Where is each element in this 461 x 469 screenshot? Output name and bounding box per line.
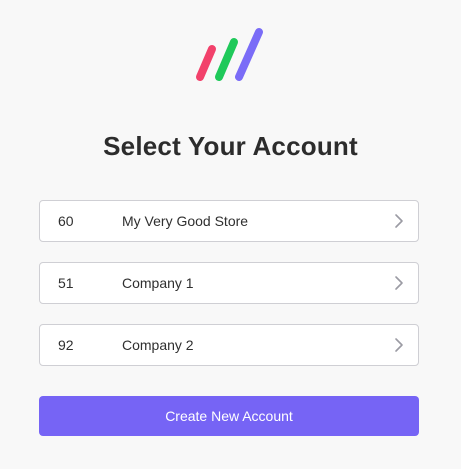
logo-bar-red xyxy=(196,45,216,81)
page-title: Select Your Account xyxy=(103,131,358,161)
account-name: Company 2 xyxy=(122,337,194,353)
account-selection-page: Select Your Account 60 My Very Good Stor… xyxy=(0,0,461,469)
logo-bar-purple xyxy=(235,28,263,81)
account-name: Company 1 xyxy=(122,275,194,291)
logo-bar-green xyxy=(215,38,238,81)
account-item[interactable]: 51 Company 1 xyxy=(39,262,419,304)
chevron-right-icon xyxy=(395,338,403,352)
account-id: 92 xyxy=(58,337,74,353)
brand-logo-icon xyxy=(196,28,263,81)
account-item[interactable]: 60 My Very Good Store xyxy=(39,200,419,242)
account-name: My Very Good Store xyxy=(122,213,249,229)
account-id: 60 xyxy=(58,213,74,229)
account-list: 60 My Very Good Store 51 Company 1 92 Co… xyxy=(39,200,419,386)
chevron-right-icon xyxy=(395,276,403,290)
account-item[interactable]: 92 Company 2 xyxy=(39,324,419,366)
chevron-right-icon xyxy=(395,214,403,228)
create-account-button[interactable]: Create New Account xyxy=(39,396,419,436)
account-id: 51 xyxy=(58,275,74,291)
